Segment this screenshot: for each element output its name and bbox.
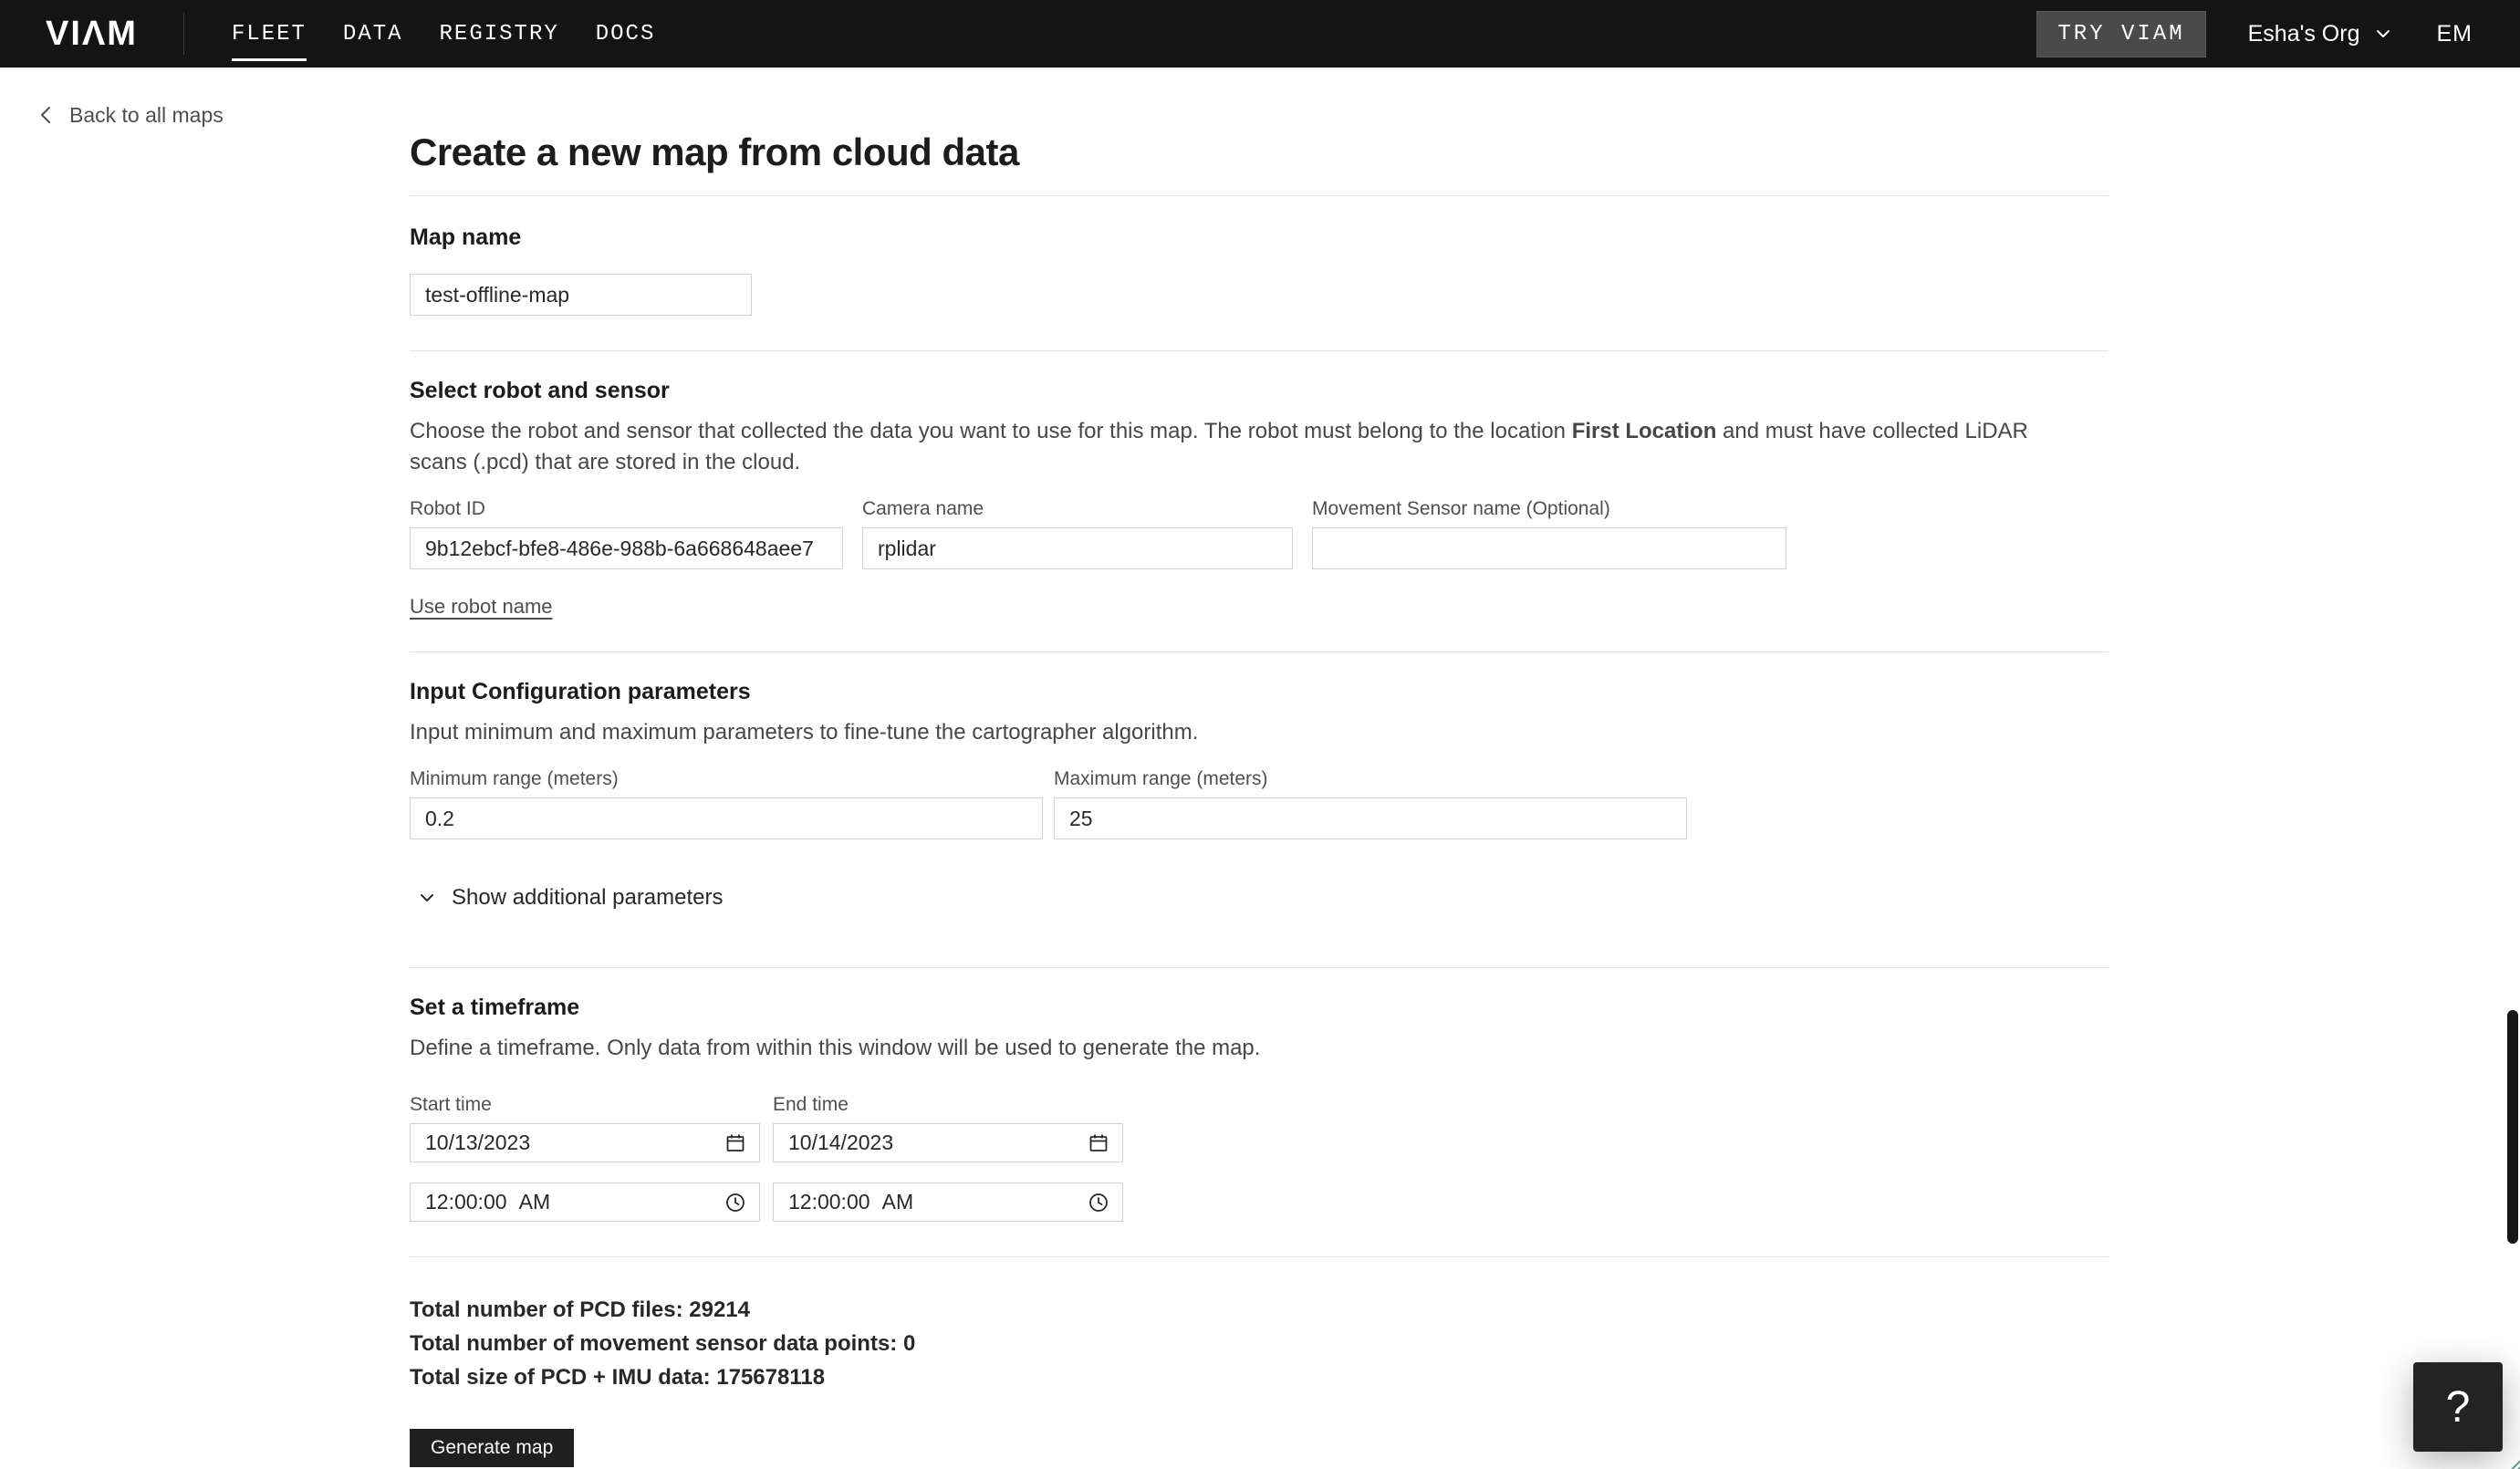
top-nav: VIΛM FLEET DATA REGISTRY DOCS TRY VIAM E… xyxy=(0,0,2520,68)
start-time-field: Start time 10/13/2023 12:00:00 AM xyxy=(410,1093,760,1222)
robot-sensor-section: Select robot and sensor Choose the robot… xyxy=(410,377,2109,619)
show-additional-parameters-toggle[interactable]: Show additional parameters xyxy=(410,885,724,911)
org-switcher[interactable]: Esha's Org xyxy=(2248,21,2393,47)
movement-sensor-label: Movement Sensor name (Optional) xyxy=(1312,498,1610,519)
movement-sensor-input[interactable] xyxy=(1312,527,1786,569)
divider xyxy=(410,350,2109,351)
end-time-label: End time xyxy=(773,1094,849,1115)
clock-icon[interactable] xyxy=(724,1192,746,1214)
start-time-label: Start time xyxy=(410,1094,492,1115)
timeframe-description: Define a timeframe. Only data from withi… xyxy=(410,1036,1261,1060)
min-range-label: Minimum range (meters) xyxy=(410,768,619,789)
nav-item-docs[interactable]: DOCS xyxy=(596,9,656,59)
create-map-form: Create a new map from cloud data Map nam… xyxy=(410,133,2109,1467)
user-avatar[interactable]: EM xyxy=(2437,21,2473,47)
primary-nav: FLEET DATA REGISTRY DOCS xyxy=(231,9,656,61)
robot-sensor-fields: Robot ID Camera name Movement Sensor nam… xyxy=(410,497,2109,569)
start-time-value: 12:00:00 AM xyxy=(425,1190,551,1214)
nav-divider xyxy=(182,13,184,55)
nav-item-registry[interactable]: REGISTRY xyxy=(440,9,559,59)
camera-name-field: Camera name xyxy=(862,497,1293,569)
divider xyxy=(410,967,2109,968)
nav-item-data[interactable]: DATA xyxy=(343,9,403,59)
org-name: Esha's Org xyxy=(2247,20,2360,47)
nav-right: TRY VIAM Esha's Org EM xyxy=(2036,10,2473,57)
data-summary: Total number of PCD files: 29214 Total n… xyxy=(410,1293,2109,1394)
max-range-input[interactable] xyxy=(1054,797,1687,839)
min-range-field: Minimum range (meters) xyxy=(410,767,1043,839)
use-robot-name-link[interactable]: Use robot name xyxy=(410,595,553,619)
pcd-files-total: Total number of PCD files: 29214 xyxy=(410,1297,750,1322)
show-additional-label: Show additional parameters xyxy=(452,885,724,910)
end-time-input[interactable]: 12:00:00 AM xyxy=(773,1182,1123,1222)
start-time-input[interactable]: 12:00:00 AM xyxy=(410,1182,760,1222)
robot-sensor-description: Choose the robot and sensor that collect… xyxy=(410,419,2028,474)
map-name-input[interactable] xyxy=(410,274,752,316)
timeframe-section: Set a timeframe Define a timeframe. Only… xyxy=(410,994,2109,1222)
back-link-label: Back to all maps xyxy=(69,102,224,127)
start-date-value: 10/13/2023 xyxy=(425,1130,531,1154)
robot-id-field: Robot ID xyxy=(410,497,843,569)
chevron-down-icon xyxy=(417,888,437,908)
divider xyxy=(410,195,2109,196)
movement-points-value: 0 xyxy=(902,1331,916,1356)
page-title: Create a new map from cloud data xyxy=(410,130,1019,173)
max-range-label: Maximum range (meters) xyxy=(1054,768,1268,789)
end-time-field: End time 10/14/2023 12:00:00 AM xyxy=(773,1093,1123,1222)
back-to-maps-link[interactable]: Back to all maps xyxy=(36,100,224,130)
timeframe-heading: Set a timeframe xyxy=(410,995,580,1020)
total-size-value: 175678118 xyxy=(716,1365,826,1390)
generate-map-button[interactable]: Generate map xyxy=(410,1429,575,1467)
nav-item-fleet[interactable]: FLEET xyxy=(231,9,307,61)
resize-grip xyxy=(2508,1457,2520,1469)
map-name-section: Map name xyxy=(410,224,2109,316)
min-range-input[interactable] xyxy=(410,797,1043,839)
movement-sensor-field: Movement Sensor name (Optional) xyxy=(1312,497,1786,569)
config-params-description: Input minimum and maximum parameters to … xyxy=(410,720,1199,745)
robot-sensor-heading: Select robot and sensor xyxy=(410,378,670,403)
range-fields: Minimum range (meters) Maximum range (me… xyxy=(410,767,2109,839)
start-date-input[interactable]: 10/13/2023 xyxy=(410,1123,760,1162)
robot-id-label: Robot ID xyxy=(410,498,485,519)
end-time-value: 12:00:00 AM xyxy=(788,1190,914,1214)
try-viam-button[interactable]: TRY VIAM xyxy=(2036,10,2206,57)
end-date-input[interactable]: 10/14/2023 xyxy=(773,1123,1123,1162)
calendar-icon[interactable] xyxy=(1088,1132,1109,1154)
chevron-down-icon xyxy=(2373,24,2393,44)
config-params-heading: Input Configuration parameters xyxy=(410,679,751,704)
divider xyxy=(410,1256,2109,1257)
total-size: Total size of PCD + IMU data: 175678118 xyxy=(410,1365,826,1390)
robot-id-input[interactable] xyxy=(410,527,843,569)
calendar-icon[interactable] xyxy=(724,1132,746,1154)
location-name: First Location xyxy=(1571,419,1717,443)
viam-logo[interactable]: VIΛM xyxy=(46,16,138,51)
movement-points-total: Total number of movement sensor data poi… xyxy=(410,1331,916,1356)
config-params-section: Input Configuration parameters Input min… xyxy=(410,678,2109,912)
help-button[interactable]: ? xyxy=(2413,1362,2503,1452)
clock-icon[interactable] xyxy=(1088,1192,1109,1214)
chevron-left-icon xyxy=(36,103,57,127)
camera-name-input[interactable] xyxy=(862,527,1293,569)
max-range-field: Maximum range (meters) xyxy=(1054,767,1687,839)
vertical-scrollbar-thumb[interactable] xyxy=(2507,1010,2518,1244)
pcd-files-value: 29214 xyxy=(689,1297,750,1322)
timeframe-fields: Start time 10/13/2023 12:00:00 AM End ti… xyxy=(410,1093,2109,1222)
end-date-value: 10/14/2023 xyxy=(788,1130,894,1154)
map-name-heading: Map name xyxy=(410,224,522,250)
divider xyxy=(410,651,2109,652)
camera-name-label: Camera name xyxy=(862,498,984,519)
